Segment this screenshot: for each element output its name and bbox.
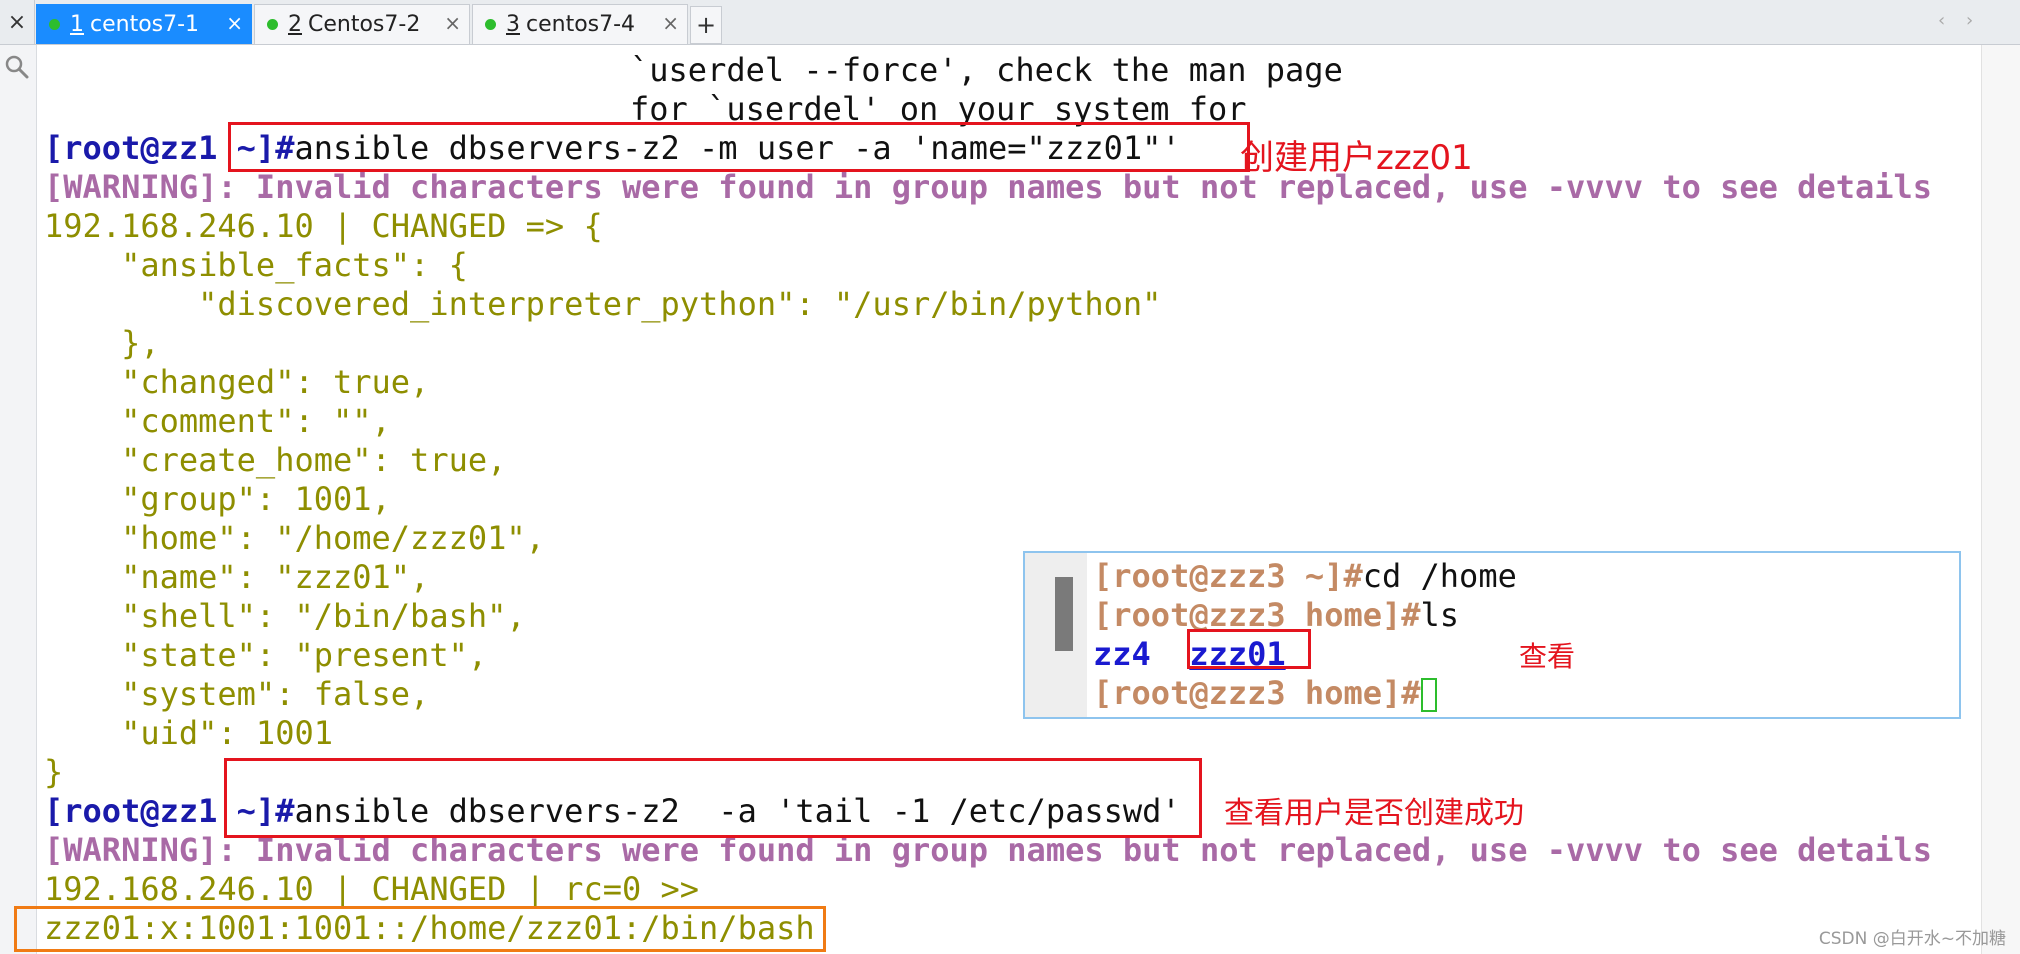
highlight-box-zzz01 [1187,629,1311,669]
result-header: 192.168.246.10 | CHANGED => { [44,207,603,245]
json-line: "name": "zzz01", [44,558,430,596]
annotation-view: 查看 [1519,640,1576,673]
json-line: } [44,753,64,791]
json-line: "uid": 1001 [44,714,333,752]
tab-close-icon[interactable]: × [226,11,243,35]
scroll-tabs-left-icon[interactable]: ‹ [1938,10,1945,31]
highlight-box-command2 [224,758,1202,838]
inset-command: cd /home [1362,557,1517,595]
tab-centos7-1[interactable]: 1 centos7-1 × [36,4,252,44]
json-line: "changed": true, [44,363,430,401]
json-line: "state": "present", [44,636,488,674]
tab-label: Centos7-2 [308,12,421,37]
scroll-tabs-right-icon[interactable]: › [1966,10,1973,31]
tab-number: 1 [70,12,84,37]
json-line: "group": 1001, [44,480,391,518]
inset-terminal: [root@zzz3 ~]#cd /home [root@zzz3 home]#… [1023,551,1961,719]
json-line: }, [44,324,160,362]
tab-label: centos7-1 [90,12,200,37]
json-line: "create_home": true, [44,441,507,479]
result-header: 192.168.246.10 | CHANGED | rc=0 >> [44,870,700,908]
cursor [1420,678,1437,712]
inset-command-line: [root@zzz3 ~]#cd /home [1093,557,1517,596]
tab-close-icon[interactable]: × [662,11,679,35]
left-gutter [0,45,37,954]
watermark: CSDN @白开水~不加糖 [1818,929,2006,949]
connected-dot-icon [485,19,496,30]
inset-prompt: [root@zzz3 ~]# [1093,557,1363,595]
tab-label: centos7-4 [526,12,636,37]
annotation-create-user: 创建用户zzz01 [1240,138,1473,178]
close-icon[interactable]: × [0,0,35,44]
json-line: "system": false, [44,675,430,713]
tab-centos7-4[interactable]: 3 centos7-4 × [472,4,688,44]
search-icon[interactable] [4,54,30,80]
tab-centos7-2[interactable]: 2 Centos7-2 × [254,4,470,44]
json-line: "ansible_facts": { [44,246,468,284]
annotation-check-created: 查看用户是否创建成功 [1224,796,1524,831]
tab-close-icon[interactable]: × [444,11,461,35]
highlight-box-passwd [14,906,826,952]
vertical-scrollbar[interactable] [1981,45,2020,954]
warning-line: [WARNING]: Invalid characters were found… [44,168,1933,206]
inset-prompt: [root@zzz3 home]# [1093,674,1421,712]
inset-scroll-thumb [1055,577,1073,651]
json-line: "shell": "/bin/bash", [44,597,526,635]
connected-dot-icon [267,19,278,30]
json-line: "discovered_interpreter_python": "/usr/b… [44,285,1162,323]
tab-bar: × 1 centos7-1 × 2 Centos7-2 × 3 centos7-… [0,0,2020,45]
json-line: "home": "/home/zzz01", [44,519,545,557]
inset-command: ls [1420,596,1460,634]
highlight-box-command1 [228,122,1250,172]
inset-command-line: [root@zzz3 home]# [1093,674,1437,713]
connected-dot-icon [49,19,60,30]
output-line: `userdel --force', check the man page [630,51,1343,89]
new-tab-button[interactable]: + [690,6,722,44]
tab-number: 2 [288,12,302,37]
tab-number: 3 [506,12,520,37]
dir-entry: zz4 [1093,635,1151,673]
json-line: "comment": "", [44,402,391,440]
